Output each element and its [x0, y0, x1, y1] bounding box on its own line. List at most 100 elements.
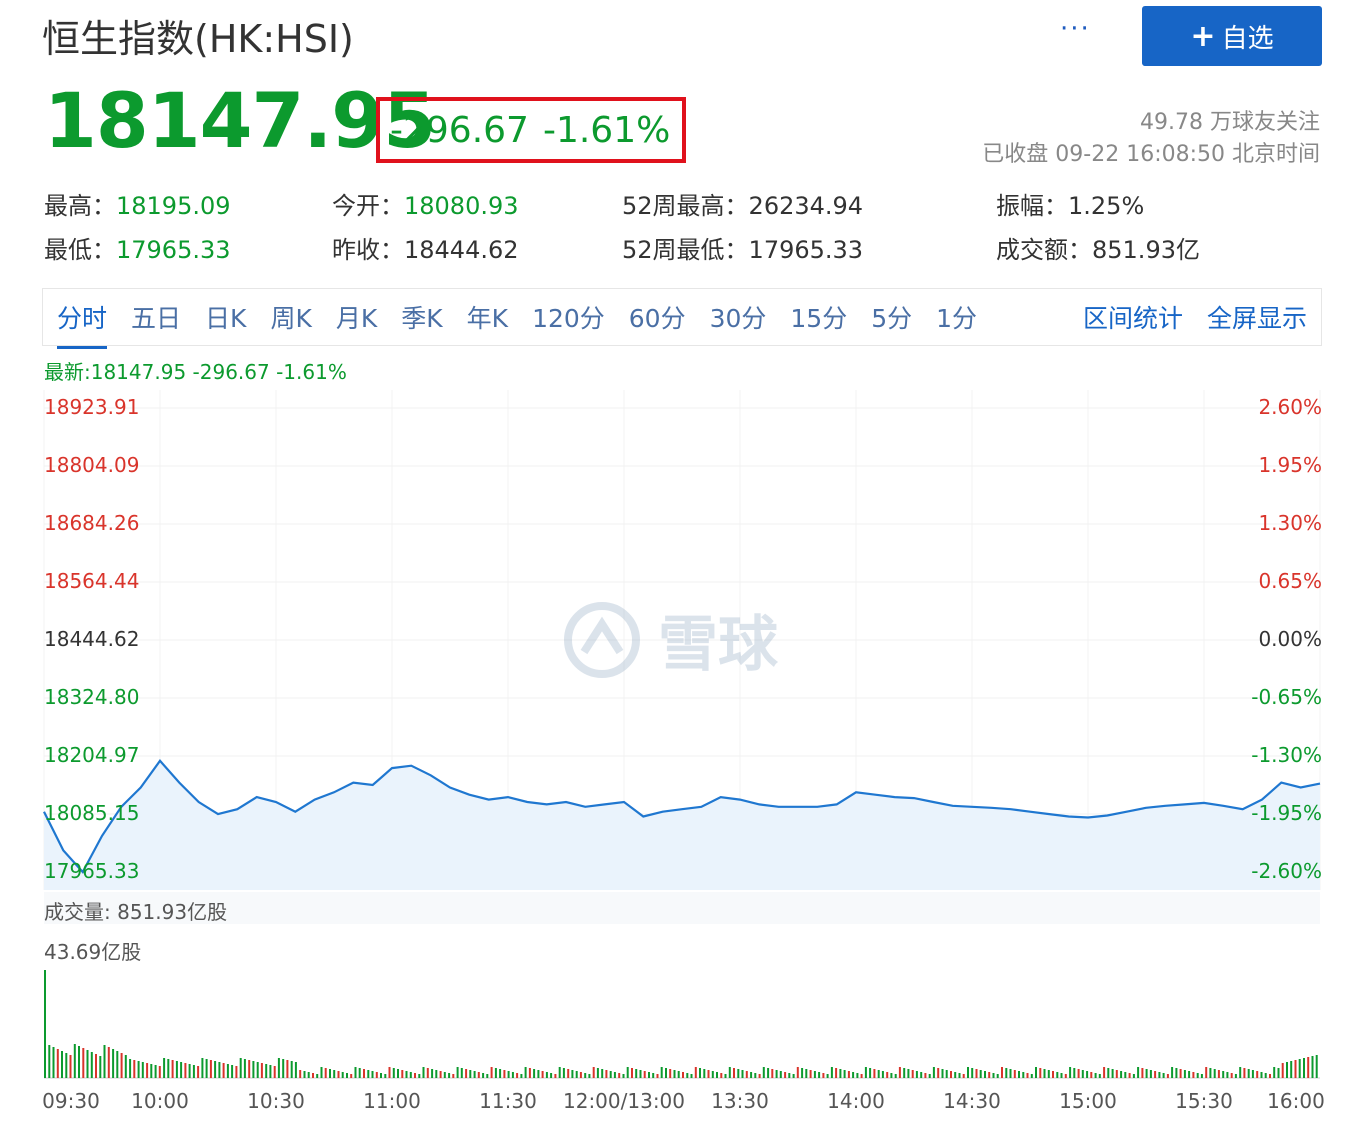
volume-bar [252, 1061, 255, 1078]
x-axis-label: 16:00 [1267, 1089, 1325, 1113]
volume-bar [860, 1074, 863, 1078]
volume-bar [1196, 1073, 1199, 1078]
intraday-chart[interactable] [0, 0, 1364, 1136]
y-axis-right-label: -1.95% [1251, 801, 1322, 825]
volume-bar [65, 1053, 68, 1078]
volume-bar [499, 1069, 502, 1078]
volume-bar [716, 1072, 718, 1078]
volume-bar [626, 1067, 629, 1078]
y-axis-right-label: 1.30% [1258, 511, 1322, 535]
volume-bar [401, 1070, 404, 1078]
volume-bar [877, 1070, 880, 1078]
volume-bar [533, 1069, 536, 1078]
volume-bar [494, 1068, 497, 1078]
volume-bar [724, 1074, 727, 1078]
volume-bar [260, 1063, 263, 1078]
volume-bar [337, 1071, 340, 1078]
volume-bar [881, 1071, 884, 1078]
volume-bar [324, 1068, 327, 1078]
volume-bar [56, 1049, 59, 1078]
volume-bar [448, 1073, 451, 1078]
volume-bar [665, 1068, 667, 1078]
volume-bar [78, 1046, 80, 1078]
volume-bar [188, 1064, 191, 1078]
volume-bar [1001, 1067, 1003, 1078]
volume-bar [520, 1074, 523, 1078]
y-axis-right-label: 0.65% [1258, 569, 1322, 593]
volume-bar [184, 1063, 187, 1078]
volume-bar [452, 1074, 455, 1078]
x-axis-label: 10:00 [131, 1089, 189, 1113]
volume-bar [294, 1062, 297, 1078]
volume-bar [1077, 1069, 1080, 1078]
volume-bar [197, 1066, 200, 1078]
volume-bar [409, 1072, 412, 1078]
volume-bar [350, 1074, 353, 1078]
volume-bar [864, 1067, 867, 1078]
volume-bar [1073, 1068, 1076, 1078]
volume-bar [822, 1073, 825, 1078]
y-axis-left-label: 18085.15 [44, 801, 140, 825]
volume-bar [226, 1064, 229, 1078]
volume-bar [699, 1068, 701, 1078]
volume-bar [554, 1074, 557, 1078]
volume-bar [1149, 1070, 1152, 1078]
volume-bar [537, 1070, 540, 1078]
volume-bar [358, 1068, 361, 1078]
volume-bar [1175, 1068, 1178, 1078]
volume-bar [1111, 1069, 1114, 1078]
volume-bar [392, 1068, 395, 1078]
y-axis-left-label: 18684.26 [44, 511, 140, 535]
y-axis-left-label: 18804.09 [44, 452, 140, 477]
volume-bar [414, 1073, 416, 1078]
volume-bar [639, 1070, 642, 1078]
volume-bar [979, 1070, 982, 1078]
volume-max-label: 43.69亿股 [44, 940, 142, 964]
volume-bar [1192, 1072, 1195, 1078]
volume-bar [584, 1073, 587, 1078]
volume-bar [1026, 1073, 1029, 1078]
y-axis-left-label: 17965.33 [44, 859, 140, 883]
volume-bar [856, 1073, 859, 1078]
volume-bar [61, 1051, 63, 1078]
volume-bar [733, 1068, 735, 1078]
volume-bar [971, 1068, 974, 1078]
volume-bar [1128, 1073, 1131, 1078]
volume-bar [745, 1071, 748, 1078]
volume-bar [1039, 1068, 1042, 1078]
volume-bar [1145, 1069, 1148, 1078]
volume-bar [282, 1059, 285, 1078]
volume-bar [524, 1067, 527, 1078]
volume-bar [180, 1062, 183, 1078]
x-axis-label: 11:00 [363, 1089, 421, 1113]
volume-bar [605, 1070, 608, 1078]
volume-bar [1137, 1067, 1140, 1078]
volume-bar [1298, 1059, 1301, 1078]
volume-bar [1124, 1072, 1127, 1078]
volume-bar [788, 1073, 791, 1078]
volume-bar [958, 1073, 961, 1078]
volume-bar [341, 1072, 344, 1078]
volume-bar [1166, 1074, 1169, 1078]
volume-bar [107, 1047, 110, 1078]
volume-bar [562, 1068, 565, 1078]
volume-bar [256, 1062, 259, 1078]
volume-bar [511, 1072, 514, 1078]
volume-bar [1230, 1073, 1233, 1078]
volume-bar [486, 1074, 489, 1078]
volume-bar [775, 1070, 778, 1078]
volume-bar [112, 1049, 115, 1078]
volume-bar [1264, 1073, 1267, 1078]
volume-bar [175, 1061, 178, 1078]
volume-bar [707, 1070, 710, 1078]
volume-bar [1239, 1067, 1242, 1078]
x-axis-label: 15:00 [1059, 1089, 1117, 1113]
volume-bar [1205, 1067, 1208, 1078]
volume-bar [571, 1070, 574, 1078]
volume-bar [286, 1060, 289, 1078]
volume-bar [435, 1070, 438, 1078]
volume-bar [873, 1069, 876, 1078]
volume-bar [1056, 1072, 1059, 1078]
volume-bar [1286, 1062, 1288, 1078]
volume-bar [767, 1068, 770, 1078]
